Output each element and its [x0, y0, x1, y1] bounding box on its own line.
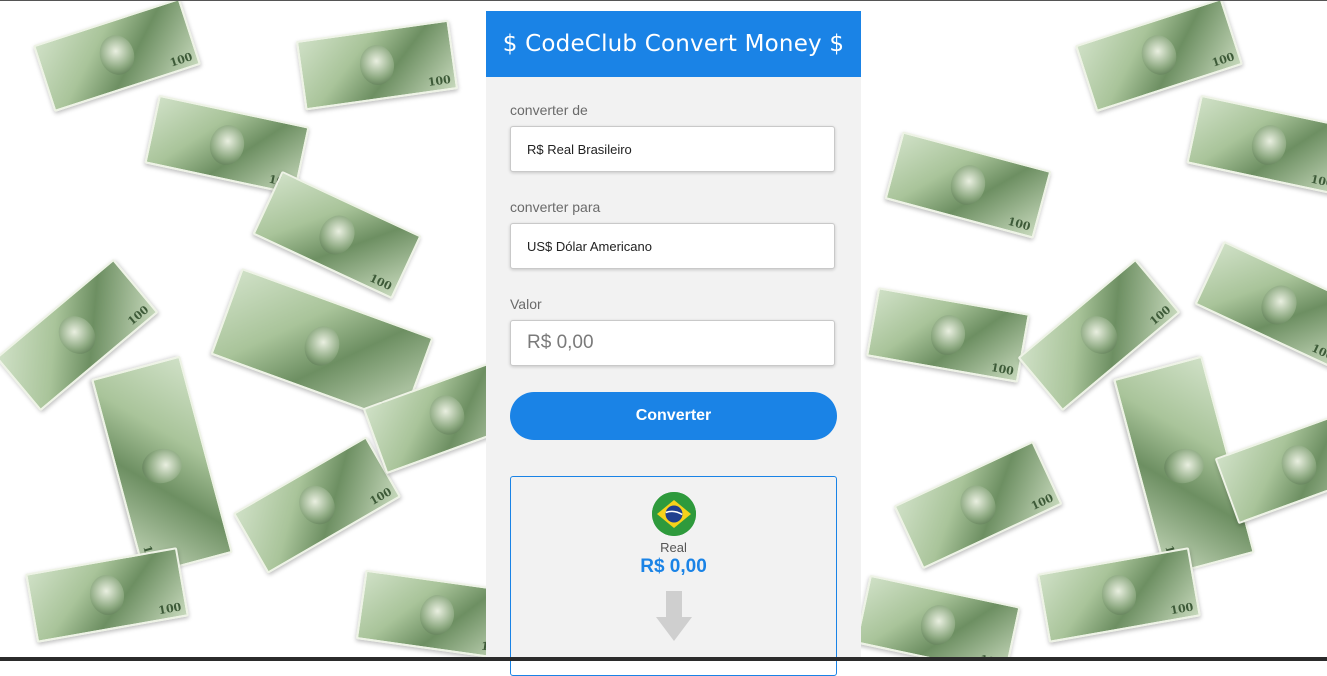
- top-border: [0, 0, 1327, 1]
- to-currency-label: converter para: [510, 199, 600, 215]
- from-currency-value: R$ Real Brasileiro: [527, 142, 632, 157]
- dollar-bill-image: [1186, 95, 1327, 195]
- result-currency-value: R$ 0,00: [511, 556, 836, 578]
- convert-button[interactable]: Converter: [510, 392, 837, 440]
- amount-input[interactable]: R$ 0,00: [510, 320, 835, 366]
- from-currency-select[interactable]: R$ Real Brasileiro: [510, 126, 835, 172]
- background-middle: [861, 0, 1022, 661]
- dollar-bill-image: [1194, 241, 1327, 370]
- dollar-bill-image: [855, 575, 1020, 661]
- bottom-border: [0, 657, 1327, 661]
- amount-label: Valor: [510, 296, 542, 312]
- to-currency-value: US$ Dólar Americano: [527, 239, 652, 254]
- dollar-bill-image: [1037, 547, 1201, 643]
- dollar-bill-image: [233, 436, 401, 574]
- result-card: Real R$ 0,00: [510, 476, 837, 676]
- background-right: [1022, 0, 1327, 661]
- amount-placeholder: R$ 0,00: [527, 332, 594, 354]
- converter-panel: $ CodeClub Convert Money $ converter de …: [486, 11, 861, 661]
- dollar-bill-image: [1215, 406, 1327, 524]
- arrow-down-icon: [656, 591, 692, 648]
- dollar-bill-image: [866, 287, 1030, 383]
- result-currency-name: Real: [511, 540, 836, 555]
- to-currency-select[interactable]: US$ Dólar Americano: [510, 223, 835, 269]
- background-left: [0, 0, 486, 661]
- dollar-bill-image: [91, 356, 233, 577]
- dollar-bill-image: [25, 547, 189, 643]
- dollar-bill-image: [296, 20, 458, 111]
- page-title: $ CodeClub Convert Money $: [486, 11, 861, 77]
- from-currency-label: converter de: [510, 102, 588, 118]
- brazil-flag-icon: [652, 492, 696, 536]
- dollar-bill-image: [1075, 0, 1243, 112]
- dollar-bill-image: [33, 0, 201, 112]
